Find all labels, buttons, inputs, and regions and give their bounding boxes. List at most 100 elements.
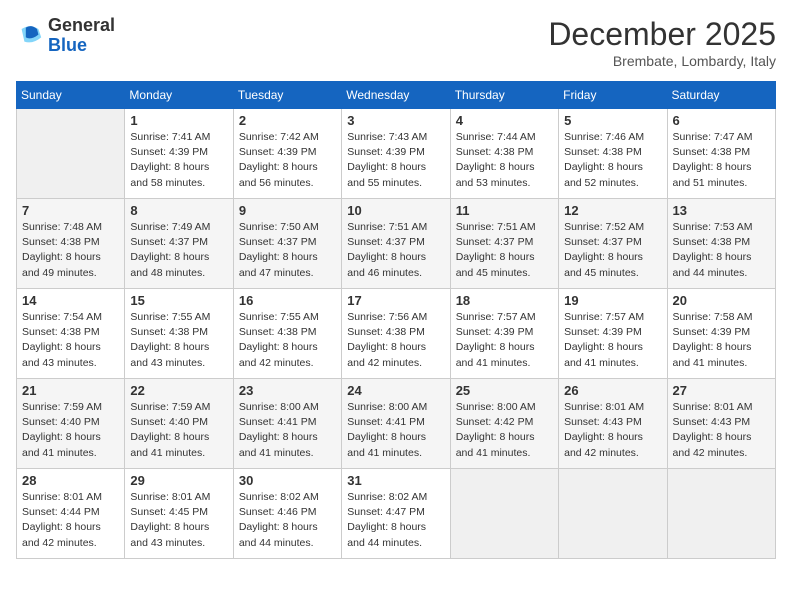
day-info: Sunrise: 7:48 AMSunset: 4:38 PMDaylight:… — [22, 220, 119, 281]
calendar-cell: 25 Sunrise: 8:00 AMSunset: 4:42 PMDayligh… — [450, 379, 558, 469]
sunrise-text: Sunrise: 7:51 AM — [347, 220, 444, 235]
sunrise-text: Sunrise: 7:54 AM — [22, 310, 119, 325]
day-number: 10 — [347, 203, 444, 218]
daylight-text: Daylight: 8 hours and 42 minutes. — [564, 430, 661, 460]
calendar-cell: 24Sunrise: 8:00 AMSunset: 4:41 PMDayligh… — [342, 379, 450, 469]
day-number: 12 — [564, 203, 661, 218]
calendar-table: SundayMondayTuesdayWednesdayThursdayFrid… — [16, 81, 776, 559]
daylight-text: Daylight: 8 hours and 48 minutes. — [130, 250, 227, 280]
day-info: Sunrise: 7:49 AMSunset: 4:37 PMDaylight:… — [130, 220, 227, 281]
day-info: Sunrise: 8:02 AMSunset: 4:46 PMDaylight:… — [239, 490, 336, 551]
calendar-cell: 10 Sunrise: 7:51 AMSunset: 4:37 PMDayligh… — [342, 199, 450, 289]
calendar-cell: 16Sunrise: 7:55 AMSunset: 4:38 PMDayligh… — [233, 289, 341, 379]
calendar-cell: 27Sunrise: 8:01 AMSunset: 4:43 PMDayligh… — [667, 379, 775, 469]
sunset-text: Sunset: 4:39 PM — [130, 145, 227, 160]
sunset-text: Sunset: 4:37 PM — [239, 235, 336, 250]
day-info: Sunrise: 7:55 AMSunset: 4:38 PMDaylight:… — [239, 310, 336, 371]
daylight-text: Daylight: 8 hours and 49 minutes. — [22, 250, 119, 280]
header-day: Saturday — [667, 82, 775, 109]
day-number: 25 — [456, 383, 553, 398]
calendar-cell: 8 Sunrise: 7:49 AMSunset: 4:37 PMDaylight… — [125, 199, 233, 289]
daylight-text: Daylight: 8 hours and 42 minutes. — [239, 340, 336, 370]
calendar-cell: 30 Sunrise: 8:02 AMSunset: 4:46 PMDayligh… — [233, 469, 341, 559]
daylight-text: Daylight: 8 hours and 44 minutes. — [347, 520, 444, 550]
sunset-text: Sunset: 4:39 PM — [239, 145, 336, 160]
calendar-week: 21Sunrise: 7:59 AMSunset: 4:40 PMDayligh… — [17, 379, 776, 469]
day-number: 6 — [673, 113, 770, 128]
day-number: 9 — [239, 203, 336, 218]
daylight-text: Daylight: 8 hours and 58 minutes. — [130, 160, 227, 190]
calendar-week: 1Sunrise: 7:41 AMSunset: 4:39 PMDaylight… — [17, 109, 776, 199]
day-number: 8 — [130, 203, 227, 218]
sunrise-text: Sunrise: 7:53 AM — [673, 220, 770, 235]
day-number: 29 — [130, 473, 227, 488]
daylight-text: Daylight: 8 hours and 43 minutes. — [22, 340, 119, 370]
sunset-text: Sunset: 4:46 PM — [239, 505, 336, 520]
calendar-cell: 13 Sunrise: 7:53 AMSunset: 4:38 PMDayligh… — [667, 199, 775, 289]
sunset-text: Sunset: 4:39 PM — [456, 325, 553, 340]
day-info: Sunrise: 7:42 AMSunset: 4:39 PMDaylight:… — [239, 130, 336, 191]
day-info: Sunrise: 7:52 AMSunset: 4:37 PMDaylight:… — [564, 220, 661, 281]
sunrise-text: Sunrise: 8:01 AM — [673, 400, 770, 415]
sunrise-text: Sunrise: 7:50 AM — [239, 220, 336, 235]
day-number: 15 — [130, 293, 227, 308]
day-number: 3 — [347, 113, 444, 128]
daylight-text: Daylight: 8 hours and 43 minutes. — [130, 340, 227, 370]
calendar-cell: 2Sunrise: 7:42 AMSunset: 4:39 PMDaylight… — [233, 109, 341, 199]
sunrise-text: Sunrise: 7:58 AM — [673, 310, 770, 325]
daylight-text: Daylight: 8 hours and 41 minutes. — [22, 430, 119, 460]
daylight-text: Daylight: 8 hours and 44 minutes. — [673, 250, 770, 280]
sunrise-text: Sunrise: 8:01 AM — [564, 400, 661, 415]
daylight-text: Daylight: 8 hours and 45 minutes. — [456, 250, 553, 280]
day-info: Sunrise: 7:44 AMSunset: 4:38 PMDaylight:… — [456, 130, 553, 191]
day-info: Sunrise: 7:46 AMSunset: 4:38 PMDaylight:… — [564, 130, 661, 191]
day-info: Sunrise: 7:47 AMSunset: 4:38 PMDaylight:… — [673, 130, 770, 191]
calendar-cell: 18Sunrise: 7:57 AMSunset: 4:39 PMDayligh… — [450, 289, 558, 379]
header-day: Thursday — [450, 82, 558, 109]
calendar-week: 14Sunrise: 7:54 AMSunset: 4:38 PMDayligh… — [17, 289, 776, 379]
sunrise-text: Sunrise: 8:00 AM — [239, 400, 336, 415]
day-info: Sunrise: 8:00 AMSunset: 4:42 PMDaylight:… — [456, 400, 553, 461]
header-day: Sunday — [17, 82, 125, 109]
sunset-text: Sunset: 4:42 PM — [456, 415, 553, 430]
day-number: 11 — [456, 203, 553, 218]
page-header: General Blue December 2025 Brembate, Lom… — [16, 16, 776, 69]
month-title: December 2025 — [548, 16, 776, 53]
header-day: Friday — [559, 82, 667, 109]
day-number: 30 — [239, 473, 336, 488]
logo-text: General Blue — [48, 16, 115, 56]
daylight-text: Daylight: 8 hours and 42 minutes. — [347, 340, 444, 370]
sunrise-text: Sunrise: 7:42 AM — [239, 130, 336, 145]
day-number: 22 — [130, 383, 227, 398]
sunrise-text: Sunrise: 7:55 AM — [239, 310, 336, 325]
day-number: 7 — [22, 203, 119, 218]
calendar-week: 7 Sunrise: 7:48 AMSunset: 4:38 PMDaylight… — [17, 199, 776, 289]
sunrise-text: Sunrise: 7:51 AM — [456, 220, 553, 235]
calendar-cell: 23Sunrise: 8:00 AMSunset: 4:41 PMDayligh… — [233, 379, 341, 469]
day-number: 17 — [347, 293, 444, 308]
day-number: 24 — [347, 383, 444, 398]
sunset-text: Sunset: 4:38 PM — [564, 145, 661, 160]
day-info: Sunrise: 7:51 AMSunset: 4:37 PMDaylight:… — [347, 220, 444, 281]
sunset-text: Sunset: 4:39 PM — [564, 325, 661, 340]
daylight-text: Daylight: 8 hours and 42 minutes. — [22, 520, 119, 550]
day-info: Sunrise: 7:59 AMSunset: 4:40 PMDaylight:… — [22, 400, 119, 461]
day-number: 13 — [673, 203, 770, 218]
calendar-cell: 22Sunrise: 7:59 AMSunset: 4:40 PMDayligh… — [125, 379, 233, 469]
daylight-text: Daylight: 8 hours and 55 minutes. — [347, 160, 444, 190]
calendar-cell: 1 Sunrise: 7:41 AMSunset: 4:39 PMDaylight… — [125, 109, 233, 199]
day-info: Sunrise: 7:55 AMSunset: 4:38 PMDaylight:… — [130, 310, 227, 371]
day-number: 1 — [130, 113, 227, 128]
calendar-cell — [450, 469, 558, 559]
logo-icon — [16, 22, 44, 50]
sunrise-text: Sunrise: 7:59 AM — [22, 400, 119, 415]
sunset-text: Sunset: 4:38 PM — [673, 145, 770, 160]
calendar-cell: 12 Sunrise: 7:52 AMSunset: 4:37 PMDayligh… — [559, 199, 667, 289]
sunrise-text: Sunrise: 7:41 AM — [130, 130, 227, 145]
sunset-text: Sunset: 4:38 PM — [673, 235, 770, 250]
sunset-text: Sunset: 4:47 PM — [347, 505, 444, 520]
day-number: 31 — [347, 473, 444, 488]
day-info: Sunrise: 7:50 AMSunset: 4:37 PMDaylight:… — [239, 220, 336, 281]
sunset-text: Sunset: 4:40 PM — [22, 415, 119, 430]
day-info: Sunrise: 8:01 AMSunset: 4:45 PMDaylight:… — [130, 490, 227, 551]
